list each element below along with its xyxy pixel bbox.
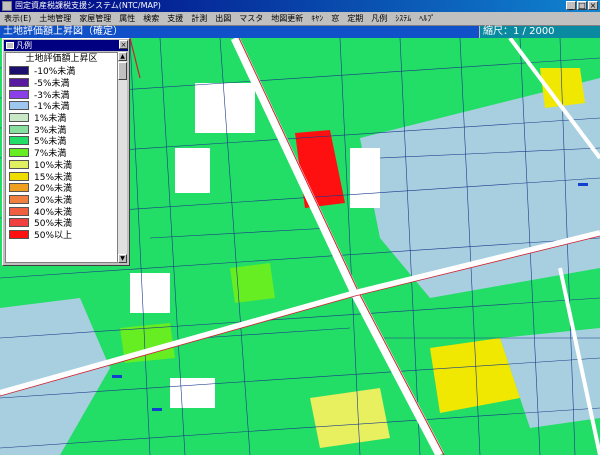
legend-window-title: 凡例 [16, 41, 32, 50]
legend-swatch [9, 101, 29, 111]
scroll-up-arrow-icon[interactable]: ▲ [118, 52, 127, 61]
scroll-thumb[interactable] [118, 62, 127, 80]
legend-swatch [9, 78, 29, 88]
parcel-white [170, 378, 215, 408]
legend-swatch [9, 171, 29, 181]
legend-list: 土地評価額上昇区 -10%未満 -5%未満 -3%未満 -1%未満 1%未満 3%未満 5%… [5, 52, 118, 263]
parcel-yellow [310, 388, 390, 448]
menu-support[interactable]: 支援 [163, 12, 187, 26]
menu-print[interactable]: 出図 [211, 12, 235, 26]
legend-swatch [9, 159, 29, 169]
legend-row: 15%未満 [6, 170, 117, 183]
menu-attribute[interactable]: 属性 [115, 12, 139, 26]
menu-canvas[interactable]: ｷﾔﾝ [307, 12, 327, 26]
legend-row: 50%未満 [6, 217, 117, 229]
window-title: 固定資産税課税支援システム(NTC/MAP) [15, 1, 161, 10]
window-titlebar: 固定資産税課税支援システム(NTC/MAP) _ □ × [0, 0, 600, 12]
legend-swatch [9, 206, 29, 216]
legend-row: 50%以上 [6, 229, 117, 241]
legend-row: -3%未満 [6, 88, 117, 101]
legend-row: 40%未満 [6, 205, 117, 218]
legend-swatch [9, 218, 29, 228]
legend-row: -10%未満 [6, 65, 117, 77]
close-button[interactable]: × [588, 1, 598, 10]
menu-land[interactable]: 土地管理 [35, 12, 75, 26]
scroll-down-arrow-icon[interactable]: ▼ [118, 254, 127, 263]
menu-map-update[interactable]: 地図更新 [267, 12, 307, 26]
map-marker [152, 408, 162, 411]
legend-row: 7%未満 [6, 147, 117, 159]
legend-swatch [9, 113, 29, 123]
legend-swatch [9, 66, 29, 76]
menu-master[interactable]: マスタ [235, 12, 267, 26]
legend-row: 1%未満 [6, 112, 117, 124]
menu-bar: 表示(E) 土地管理 家屋管理 属性 検索 支援 計測 出図 マスタ 地図更新 … [0, 12, 600, 26]
menu-legend[interactable]: 凡例 [367, 12, 391, 26]
legend-swatch [9, 136, 29, 146]
menu-periodic[interactable]: 定期 [343, 12, 367, 26]
map-marker [578, 183, 588, 186]
map-info-bar: 土地評価額上昇図（確定） 縮尺：1 / 2000 [0, 26, 600, 38]
parcel-white [130, 273, 170, 313]
legend-titlebar[interactable]: 凡例 [4, 40, 128, 51]
legend-row: 3%未満 [6, 123, 117, 136]
legend-row: 30%未満 [6, 194, 117, 206]
menu-view[interactable]: 表示(E) [0, 12, 35, 26]
parcel-white [350, 148, 380, 208]
legend-swatch [9, 194, 29, 204]
legend-row: 5%未満 [6, 135, 117, 147]
legend-label: 50%以上 [34, 230, 73, 241]
legend-window-icon [6, 42, 14, 49]
menu-search[interactable]: 検索 [139, 12, 163, 26]
legend-swatch [9, 89, 29, 99]
menu-measure[interactable]: 計測 [187, 12, 211, 26]
map-title: 土地評価額上昇図（確定） [0, 26, 479, 38]
menu-help[interactable]: ﾍﾙﾌﾟ [415, 12, 439, 26]
maximize-button[interactable]: □ [577, 1, 587, 10]
legend-row: 20%未満 [6, 182, 117, 194]
window-controls: _ □ × [566, 1, 598, 10]
map-marker [112, 375, 122, 378]
legend-row: -1%未満 [6, 100, 117, 112]
legend-window[interactable]: 凡例 × 土地評価額上昇区 -10%未満 -5%未満 -3%未満 -1%未満 1%未満 3… [2, 38, 130, 266]
menu-house[interactable]: 家屋管理 [75, 12, 115, 26]
legend-swatch [9, 183, 29, 193]
legend-row: 10%未満 [6, 159, 117, 171]
legend-close-button[interactable]: × [119, 40, 128, 49]
parcel-white [175, 148, 210, 193]
menu-window[interactable]: 窓 [327, 12, 343, 26]
menu-system[interactable]: ｼｽﾃﾑ [391, 12, 415, 26]
app-icon [2, 1, 12, 11]
legend-swatch [9, 124, 29, 134]
legend-swatch [9, 148, 29, 158]
scale-display: 縮尺：1 / 2000 [480, 26, 600, 38]
legend-heading: 土地評価額上昇区 [25, 54, 98, 64]
legend-swatch [9, 229, 29, 239]
legend-row: -5%未満 [6, 77, 117, 89]
minimize-button[interactable]: _ [566, 1, 576, 10]
legend-scrollbar[interactable]: ▲ ▼ [117, 52, 127, 263]
